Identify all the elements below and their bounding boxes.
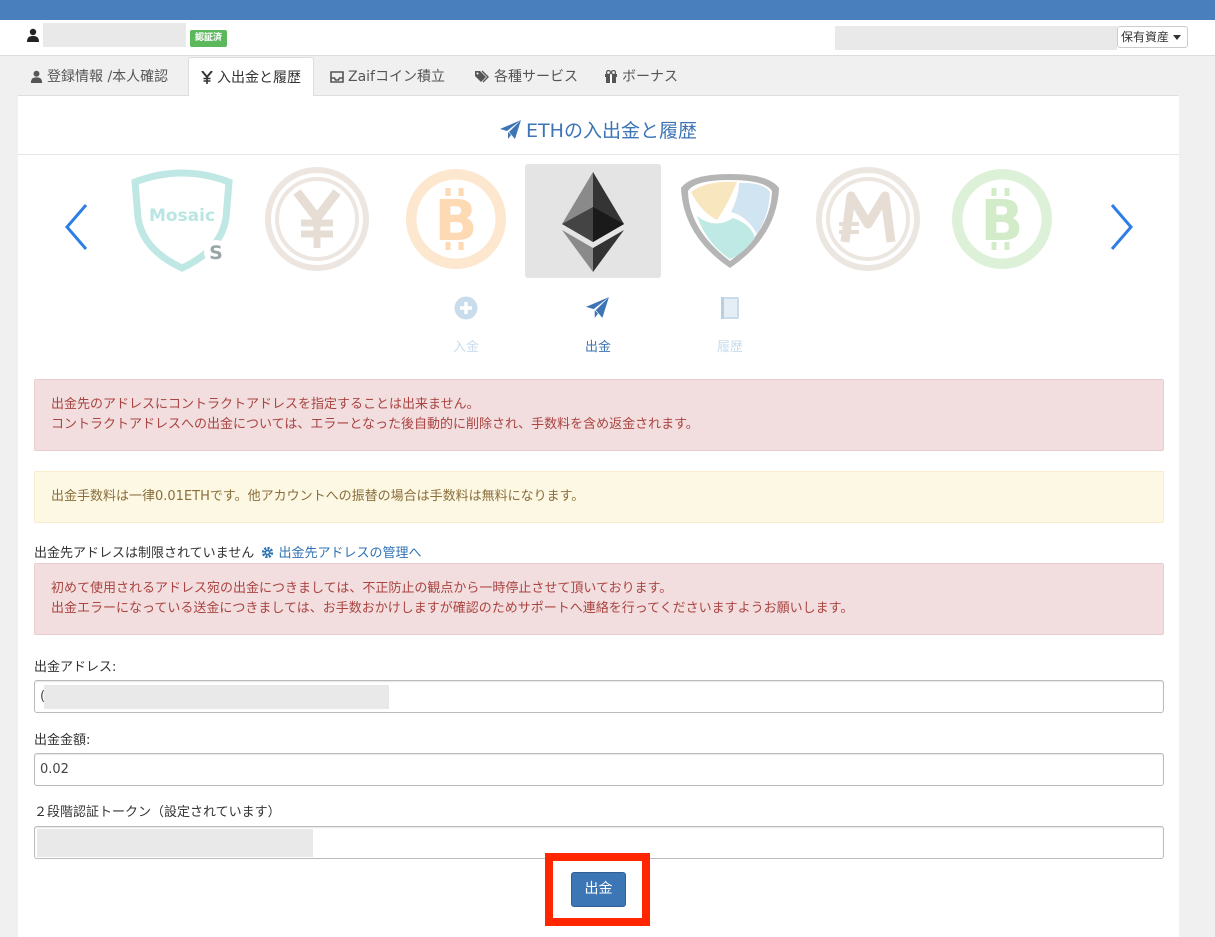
action-withdraw-label: 出金 <box>584 340 611 355</box>
page-title: ETHの入出金と履歴 <box>18 116 1179 143</box>
gear-icon <box>262 546 274 559</box>
token-masked <box>37 829 313 857</box>
coin-jpy[interactable] <box>264 166 370 272</box>
tab-label: 各種サービス <box>494 69 578 85</box>
address-restriction-text: 出金先アドレスは制限されていません 出金先アドレスの管理へ <box>34 542 422 561</box>
carousel-prev-arrow[interactable] <box>62 203 92 251</box>
user-bar: 認証済 保有資産 <box>0 20 1215 56</box>
address-label: 出金アドレス: <box>34 660 117 675</box>
action-withdraw[interactable]: 出金 <box>558 296 638 355</box>
coin-xem[interactable] <box>677 166 783 272</box>
tab-label: ボーナス <box>622 69 678 85</box>
bitcoin-cash-coin-icon: B <box>952 169 1052 269</box>
caret-down-icon <box>1173 35 1182 40</box>
svg-text:S: S <box>209 242 223 264</box>
alert-text: 出金手数料は一律0.01ETHです。他アカウントへの振替の場合は手数料は無料にな… <box>51 489 585 504</box>
amount-input[interactable]: 0.02 <box>34 753 1164 786</box>
top-bar <box>0 0 1215 20</box>
tab-bar: 登録情報 /本人確認 入出金と履歴 Zaifコイン積立 各種サービス ボーナス <box>18 57 1178 97</box>
inbox-icon <box>330 71 344 83</box>
assets-dropdown-label: 保有資産 <box>1121 30 1170 44</box>
tab-services[interactable]: 各種サービス <box>462 57 590 96</box>
token-label: ２段階認証トークン（設定されています） <box>34 805 281 820</box>
tab-zaif-coin[interactable]: Zaifコイン積立 <box>318 57 457 96</box>
user-icon <box>27 28 39 42</box>
action-deposit-label: 入金 <box>452 340 479 355</box>
action-deposit[interactable]: 入金 <box>426 296 506 355</box>
fee-alert: 出金手数料は一律0.01ETHです。他アカウントへの振替の場合は手数料は無料にな… <box>34 471 1164 523</box>
address-management-link[interactable]: 出金先アドレスの管理へ <box>279 546 422 561</box>
tab-registration[interactable]: 登録情報 /本人確認 <box>18 57 180 96</box>
mosaic-shield-icon: Mosaic S <box>131 169 233 272</box>
address-masked <box>44 685 389 709</box>
action-history[interactable]: 履歴 <box>690 296 770 355</box>
main-panel: ETHの入出金と履歴 Mosaic S B B 入金 出金 履歴 出金先のアドレ… <box>18 96 1179 937</box>
ethereum-icon <box>562 172 624 272</box>
bitcoin-coin-icon: B <box>406 169 506 269</box>
book-icon <box>721 297 739 319</box>
address-input[interactable]: ( <box>34 680 1164 713</box>
alert-text: 初めて使用されるアドレス宛の出金につきましては、不正防止の観点から一時停止させて… <box>51 581 673 596</box>
page-title-text: ETHの入出金と履歴 <box>526 120 697 142</box>
username-masked <box>43 23 186 47</box>
svg-text:B: B <box>435 189 478 254</box>
title-divider <box>18 154 1179 155</box>
carousel-next-arrow[interactable] <box>1106 203 1136 251</box>
paper-plane-icon <box>500 120 522 139</box>
paper-plane-icon <box>586 297 609 318</box>
tab-deposit-withdraw[interactable]: 入出金と履歴 <box>188 57 314 97</box>
yen-coin-icon <box>265 167 369 271</box>
tab-bonus[interactable]: ボーナス <box>592 57 690 96</box>
tab-label: Zaifコイン積立 <box>348 69 445 85</box>
gift-icon <box>605 69 617 83</box>
nem-coin-icon <box>681 174 779 268</box>
monacoin-icon <box>816 167 920 271</box>
coin-mosaic[interactable]: Mosaic S <box>129 166 235 272</box>
assets-dropdown[interactable]: 保有資産 <box>1117 26 1189 48</box>
user-icon <box>30 70 43 83</box>
yen-icon <box>201 70 213 84</box>
alert-text: コントラクトアドレスへの出金については、エラーとなった後自動的に削除され、手数料… <box>51 417 699 432</box>
withdraw-submit-button[interactable]: 出金 <box>571 872 626 907</box>
alert-text: 出金エラーになっている送金につきましては、お手数おかけしますが確認のためサポート… <box>51 601 854 616</box>
mosaic-label: Mosaic <box>149 206 215 226</box>
svg-text:B: B <box>981 189 1024 254</box>
tab-label: 入出金と履歴 <box>217 70 301 86</box>
verified-badge: 認証済 <box>190 30 228 47</box>
action-history-label: 履歴 <box>716 340 743 355</box>
address-restriction-label: 出金先アドレスは制限されていません <box>34 546 255 561</box>
coin-mona[interactable] <box>815 166 921 272</box>
contract-address-alert: 出金先のアドレスにコントラクトアドレスを指定することは出来ません。 コントラクト… <box>34 379 1164 451</box>
tags-icon <box>475 70 489 83</box>
coin-bch[interactable]: B <box>949 166 1055 272</box>
coin-btc[interactable]: B <box>403 166 509 272</box>
first-time-address-alert: 初めて使用されるアドレス宛の出金につきましては、不正防止の観点から一時停止させて… <box>34 563 1164 635</box>
balance-masked <box>835 26 1117 50</box>
plus-circle-icon <box>454 296 478 320</box>
coin-eth[interactable] <box>540 168 646 274</box>
alert-text: 出金先のアドレスにコントラクトアドレスを指定することは出来ません。 <box>51 397 480 412</box>
tab-label: 登録情報 /本人確認 <box>47 69 169 85</box>
amount-label: 出金金額: <box>34 733 91 748</box>
